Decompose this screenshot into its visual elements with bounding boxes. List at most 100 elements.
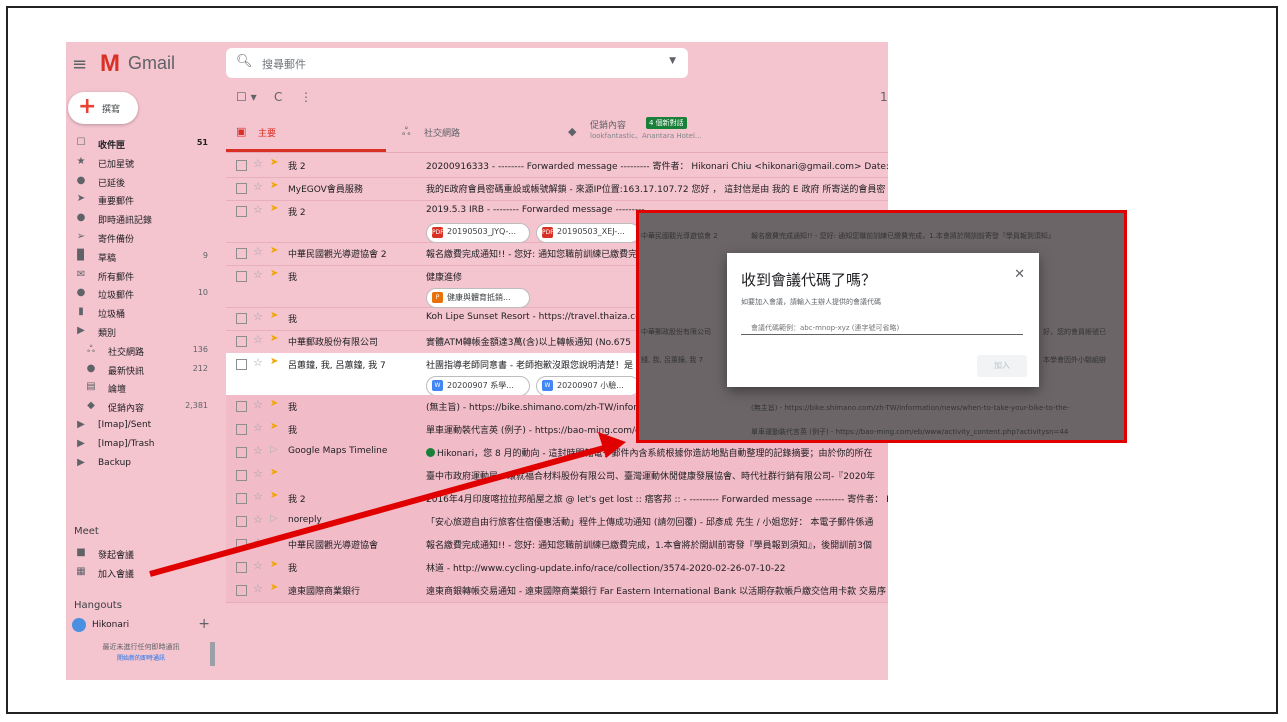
row-checkbox[interactable] <box>236 160 247 171</box>
more-options-icon[interactable]: ⋮ <box>300 90 312 104</box>
important-marker-icon[interactable]: ➤ <box>270 536 278 547</box>
row-checkbox[interactable] <box>236 271 247 282</box>
important-marker-icon[interactable]: ➤ <box>270 268 278 279</box>
join-button[interactable]: 加入 <box>977 355 1027 377</box>
select-all-checkbox[interactable]: ☐ ▾ <box>236 90 257 104</box>
star-icon[interactable]: ☆ <box>253 203 263 216</box>
star-icon[interactable]: ☆ <box>253 310 263 323</box>
sidebar-item-最新快訊[interactable]: ● 最新快訊 212 <box>66 360 216 379</box>
star-icon[interactable]: ☆ <box>253 444 263 457</box>
important-marker-icon[interactable]: ➤ <box>270 356 278 367</box>
star-icon[interactable]: ☆ <box>253 398 263 411</box>
important-marker-icon[interactable]: ➤ <box>270 582 278 593</box>
sidebar-item-重要郵件[interactable]: ➤ 重要郵件 <box>66 190 216 209</box>
email-row[interactable]: ☆ ➤ 中華民國觀光導遊協會 報名繳費完成通知!! - 您好: 通知您職前訓練已繳費完… <box>226 533 888 557</box>
sidebar-item-所有郵件[interactable]: ✉ 所有郵件 <box>66 266 216 285</box>
star-icon[interactable]: ☆ <box>253 180 263 193</box>
sidebar-item-垃圾郵件[interactable]: ● 垃圾郵件 10 <box>66 284 216 303</box>
search-icon[interactable]: 🔍︎ <box>236 54 253 69</box>
row-checkbox[interactable] <box>236 470 247 481</box>
sidebar-item-促銷內容[interactable]: ◆ 促銷內容 2,381 <box>66 397 216 416</box>
important-marker-icon[interactable]: ➤ <box>270 245 278 256</box>
search-input[interactable]: 搜尋郵件 <box>262 56 306 72</box>
sidebar-item-寄件備份[interactable]: ➢ 寄件備份 <box>66 228 216 247</box>
meeting-code-field[interactable] <box>741 315 1031 335</box>
row-checkbox[interactable] <box>236 401 247 412</box>
row-checkbox[interactable] <box>236 493 247 504</box>
add-chat-icon[interactable]: + <box>198 616 210 632</box>
important-marker-icon[interactable]: ➤ <box>270 333 278 344</box>
sidebar-item-發起會議[interactable]: ■ 發起會議 <box>66 544 216 563</box>
attachment-chip[interactable]: W 20200907 小驗... <box>536 376 640 396</box>
star-icon[interactable]: ☆ <box>253 333 263 346</box>
sidebar-item-收件匣[interactable]: ☐ 收件匣 51 <box>66 134 216 153</box>
sidebar-item--imap-trash[interactable]: ▶ [Imap]/Trash <box>66 435 216 454</box>
email-row[interactable]: ☆ ➤ 臺中市政府運動局、環就福合材料股份有限公司、臺灣運動休閒健康發展協會、時代社… <box>226 464 888 488</box>
important-marker-icon[interactable]: ▷ <box>270 513 278 524</box>
sidebar-scrollbar[interactable] <box>210 642 215 666</box>
important-marker-icon[interactable]: ➤ <box>270 467 278 478</box>
star-icon[interactable]: ☆ <box>253 582 263 595</box>
sidebar-item-垃圾桶[interactable]: ▮ 垃圾桶 <box>66 303 216 322</box>
star-icon[interactable]: ☆ <box>253 536 263 549</box>
row-checkbox[interactable] <box>236 248 247 259</box>
star-icon[interactable]: ☆ <box>253 157 263 170</box>
search-options-icon[interactable]: ▼ <box>669 56 676 66</box>
attachment-chip[interactable]: W 20200907 系學... <box>426 376 530 396</box>
sidebar-item-即時通訊記錄[interactable]: ● 即時通訊記錄 <box>66 209 216 228</box>
star-icon[interactable]: ☆ <box>253 490 263 503</box>
tab-primary[interactable]: ▣ 主要 <box>226 114 386 152</box>
row-checkbox[interactable] <box>236 447 247 458</box>
important-marker-icon[interactable]: ➤ <box>270 398 278 409</box>
email-row[interactable]: ☆ ➤ 我 2 20200916333 - -------- Forwarded me… <box>226 154 888 178</box>
important-marker-icon[interactable]: ➤ <box>270 421 278 432</box>
sidebar-item--imap-sent[interactable]: ▶ [Imap]/Sent <box>66 416 216 435</box>
close-icon[interactable]: ✕ <box>1014 267 1025 282</box>
row-checkbox[interactable] <box>236 585 247 596</box>
star-icon[interactable]: ☆ <box>253 268 263 281</box>
important-marker-icon[interactable]: ➤ <box>270 157 278 168</box>
row-checkbox[interactable] <box>236 516 247 527</box>
star-icon[interactable]: ☆ <box>253 467 263 480</box>
star-icon[interactable]: ☆ <box>253 559 263 572</box>
sidebar-item-論壇[interactable]: ▤ 論壇 <box>66 378 216 397</box>
sidebar-item-草稿[interactable]: ▉ 草稿 9 <box>66 247 216 266</box>
attachment-chip[interactable]: P 健康與體育抵銷... <box>426 288 530 308</box>
row-checkbox[interactable] <box>236 183 247 194</box>
row-checkbox[interactable] <box>236 336 247 347</box>
important-marker-icon[interactable]: ➤ <box>270 203 278 214</box>
sidebar-item-已延後[interactable]: ● 已延後 <box>66 172 216 191</box>
compose-button[interactable]: + 撰寫 <box>68 92 138 124</box>
sidebar-item-類別[interactable]: ▶ 類別 <box>66 322 216 341</box>
email-row[interactable]: ☆ ➤ MyEGOV會員服務 我的E政府會員密碼重設或帳號解鎖 - 來源IP位置:16… <box>226 177 888 201</box>
email-row[interactable]: ☆ ▷ noreply 「安心旅遊自由行旅客住宿優惠活動」程件上傳成功通知 (請勿回覆… <box>226 510 888 534</box>
email-row[interactable]: ☆ ➤ 遠東國際商業銀行 遠東商銀轉帳交易通知 - 遠東國際商業銀行 Far East… <box>226 579 888 603</box>
sidebar-item-社交網路[interactable]: ஃ 社交網路 136 <box>66 341 216 360</box>
important-marker-icon[interactable]: ➤ <box>270 310 278 321</box>
important-marker-icon[interactable]: ➤ <box>270 559 278 570</box>
attachment-chip[interactable]: PDF 20190503_XEJ-... <box>536 223 640 243</box>
gmail-logo-icon[interactable]: M <box>100 50 120 78</box>
hangouts-user[interactable]: Hikonari + <box>70 616 210 636</box>
row-checkbox[interactable] <box>236 539 247 550</box>
star-icon[interactable]: ☆ <box>253 356 263 369</box>
row-checkbox[interactable] <box>236 313 247 324</box>
sidebar-item-已加星號[interactable]: ★ 已加星號 <box>66 153 216 172</box>
hangouts-start-link[interactable]: 開始新的即時通訊 <box>72 653 210 662</box>
row-checkbox[interactable] <box>236 562 247 573</box>
email-row[interactable]: ☆ ➤ 我 2 2016年4月印度喀拉拉邦船屋之旅 @ let's get lost … <box>226 487 888 511</box>
star-icon[interactable]: ☆ <box>253 245 263 258</box>
row-checkbox[interactable] <box>236 206 247 217</box>
star-icon[interactable]: ☆ <box>253 513 263 526</box>
search-bar[interactable]: 🔍︎ 搜尋郵件 ▼ <box>226 48 688 78</box>
meeting-code-input[interactable] <box>741 320 1031 332</box>
row-checkbox[interactable] <box>236 424 247 435</box>
important-marker-icon[interactable]: ➤ <box>270 490 278 501</box>
menu-icon[interactable]: ≡ <box>72 54 87 75</box>
refresh-icon[interactable]: C <box>274 90 282 104</box>
row-checkbox[interactable] <box>236 359 247 370</box>
tab-promotions[interactable]: ◆ 促銷內容 4 個新對話 lookfantastic、Anantara Hot… <box>558 114 888 152</box>
tab-social[interactable]: ஃ 社交網路 <box>392 114 552 152</box>
sidebar-item-加入會議[interactable]: ▦ 加入會議 <box>66 563 216 582</box>
star-icon[interactable]: ☆ <box>253 421 263 434</box>
